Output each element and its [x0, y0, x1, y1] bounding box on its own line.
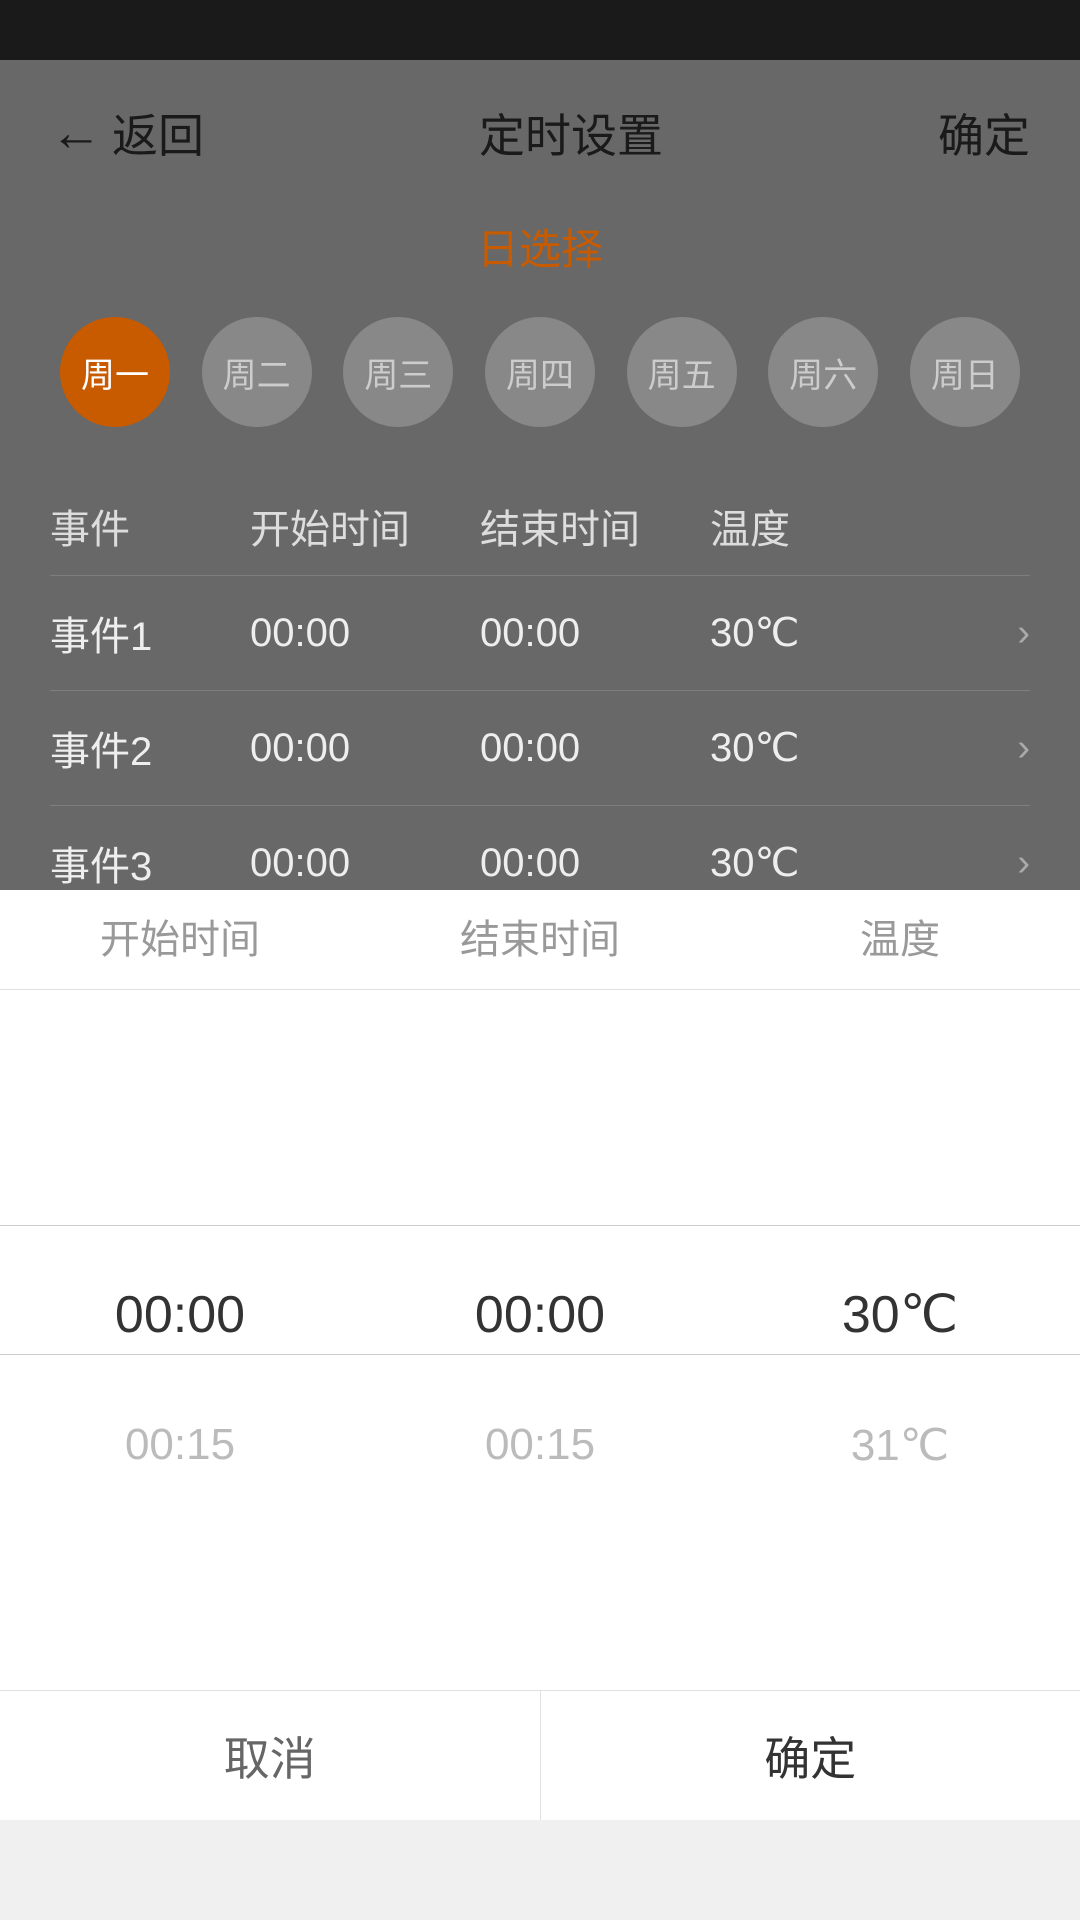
- event-3-name: 事件3: [50, 834, 250, 892]
- back-arrow-icon: ←: [50, 107, 102, 159]
- event-2-name: 事件2: [50, 719, 250, 777]
- chevron-right-icon-2: ›: [1017, 727, 1030, 770]
- event-1-name: 事件1: [50, 604, 250, 662]
- day-thursday[interactable]: 周四: [485, 317, 595, 427]
- header-confirm-button[interactable]: 确定: [938, 100, 1030, 166]
- col-header-temp: 温度: [710, 497, 1030, 555]
- day-saturday[interactable]: 周六: [768, 317, 878, 427]
- chevron-right-icon-3: ›: [1017, 842, 1030, 885]
- events-table-header: 事件 开始时间 结束时间 温度: [50, 477, 1030, 575]
- picker-columns: 00:00 00:15 00:00 00:15 30℃ 31℃: [0, 990, 1080, 1590]
- picker-start-prev: [0, 1120, 360, 1250]
- events-table: 事件 开始时间 结束时间 温度 事件1 00:00 00:00 30℃ › 事件…: [0, 447, 1080, 920]
- picker-tabs: 开始时间 结束时间 温度: [0, 890, 1080, 990]
- back-label: 返回: [112, 100, 204, 166]
- main-overlay: ← 返回 定时设置 确定 日选择 周一 周二 周三 周四 周五 周六: [0, 60, 1080, 890]
- day-friday[interactable]: 周五: [627, 317, 737, 427]
- header: ← 返回 定时设置 确定: [0, 60, 1080, 196]
- picker-tab-temp[interactable]: 温度: [720, 890, 1080, 990]
- chevron-right-icon-1: ›: [1017, 612, 1030, 655]
- picker-temp-selected: 30℃: [720, 1250, 1080, 1380]
- picker-tab-start[interactable]: 开始时间: [0, 890, 360, 990]
- picker-temp-next: 31℃: [720, 1380, 1080, 1510]
- picker-temp-prev: [720, 1120, 1080, 1250]
- day-selection-title: 日选择: [50, 216, 1030, 277]
- page-title: 定时设置: [479, 100, 663, 166]
- picker-cancel-button[interactable]: 取消: [0, 1691, 541, 1820]
- day-circles-container: 周一 周二 周三 周四 周五 周六 周日: [50, 317, 1030, 427]
- event-2-end: 00:00: [480, 726, 710, 771]
- event-3-temp: 30℃ ›: [710, 840, 1030, 886]
- back-button[interactable]: ← 返回: [50, 100, 204, 166]
- status-bar: [0, 0, 1080, 60]
- picker-column-start[interactable]: 00:00 00:15: [0, 990, 360, 1590]
- event-1-temp: 30℃ ›: [710, 610, 1030, 656]
- picker-column-end[interactable]: 00:00 00:15: [360, 990, 720, 1590]
- event-3-end: 00:00: [480, 841, 710, 886]
- col-header-end: 结束时间: [480, 497, 710, 555]
- day-sunday[interactable]: 周日: [910, 317, 1020, 427]
- col-header-start: 开始时间: [250, 497, 480, 555]
- day-wednesday[interactable]: 周三: [343, 317, 453, 427]
- picker-end-prev: [360, 1120, 720, 1250]
- picker-scroll-area[interactable]: 00:00 00:15 00:00 00:15 30℃ 31℃: [0, 990, 1080, 1590]
- day-monday[interactable]: 周一: [60, 317, 170, 427]
- col-header-event: 事件: [50, 497, 250, 555]
- picker-end-next: 00:15: [360, 1380, 720, 1510]
- event-row-2[interactable]: 事件2 00:00 00:00 30℃ ›: [50, 690, 1030, 805]
- picker-start-selected: 00:00: [0, 1250, 360, 1380]
- picker-actions: 取消 确定: [0, 1690, 1080, 1820]
- event-row-1[interactable]: 事件1 00:00 00:00 30℃ ›: [50, 575, 1030, 690]
- day-tuesday[interactable]: 周二: [202, 317, 312, 427]
- picker-column-temp[interactable]: 30℃ 31℃: [720, 990, 1080, 1590]
- event-2-start: 00:00: [250, 726, 480, 771]
- event-1-start: 00:00: [250, 611, 480, 656]
- picker-tab-end[interactable]: 结束时间: [360, 890, 720, 990]
- picker-ok-button[interactable]: 确定: [541, 1691, 1080, 1820]
- picker-end-selected: 00:00: [360, 1250, 720, 1380]
- picker-start-next: 00:15: [0, 1380, 360, 1510]
- event-3-start: 00:00: [250, 841, 480, 886]
- picker-area: 开始时间 结束时间 温度 00:00 00:15 00:00 00:15 30℃: [0, 890, 1080, 1820]
- event-1-end: 00:00: [480, 611, 710, 656]
- event-2-temp: 30℃ ›: [710, 725, 1030, 771]
- day-selection-section: 日选择 周一 周二 周三 周四 周五 周六 周日: [0, 196, 1080, 447]
